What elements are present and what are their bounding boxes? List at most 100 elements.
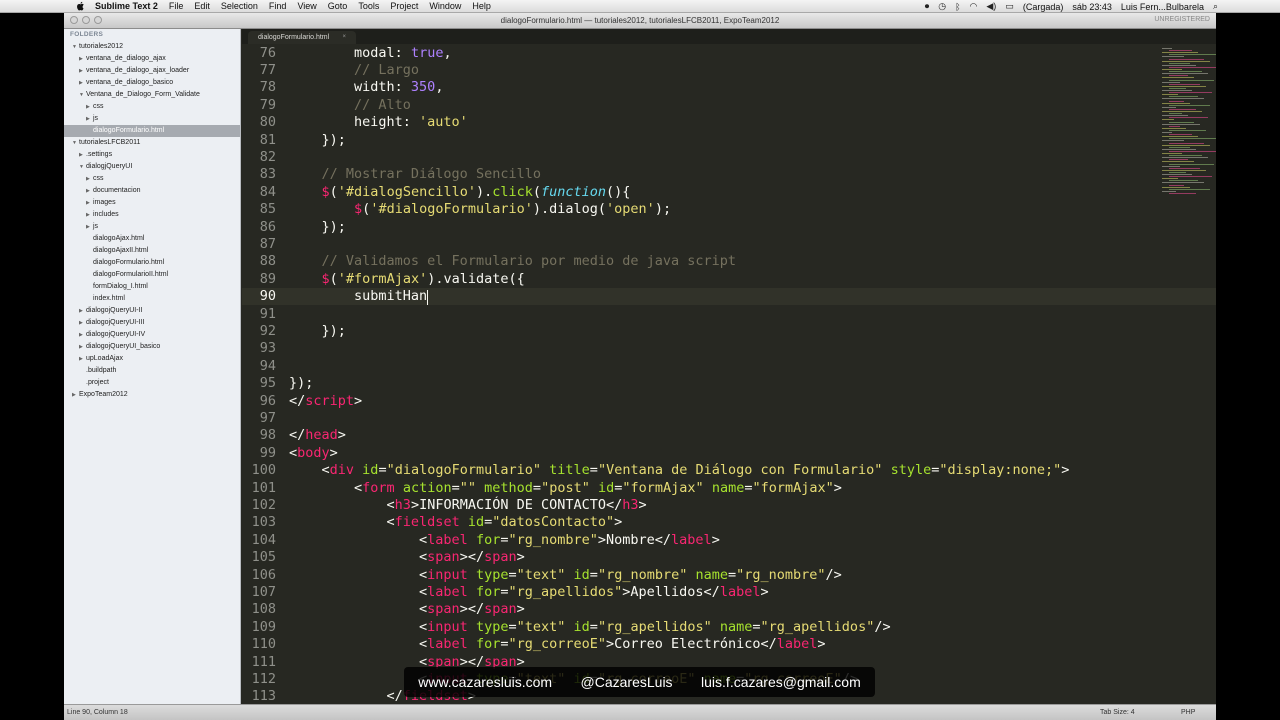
disclosure-closed-icon[interactable]: ▶ <box>72 389 76 401</box>
menu-tools[interactable]: Tools <box>358 1 379 11</box>
code-line[interactable]: <input type="text" id="rg_apellidos" nam… <box>289 619 891 636</box>
code-editor[interactable]: 76 77 78 79 80 81 82 83 84 85 86 87 88 89 90 91 92 93 94 95… <box>242 44 1216 704</box>
code-line[interactable]: width: 350, <box>289 79 443 96</box>
disclosure-closed-icon[interactable]: ▶ <box>79 329 83 341</box>
disclosure-open-icon[interactable]: ▼ <box>79 161 84 173</box>
code-line[interactable]: submitHan <box>289 288 427 305</box>
sidebar-folder[interactable]: ▼ Ventana_de_Dialogo_Form_Validate <box>64 89 240 101</box>
sidebar-folder[interactable]: ▼ tutoriales2012 <box>64 41 240 53</box>
sidebar-file[interactable]: .project <box>64 377 240 389</box>
menu-help[interactable]: Help <box>472 1 491 11</box>
code-line[interactable]: }); <box>289 219 346 236</box>
sidebar-folder[interactable]: ▶ dialogojQueryUI-IV <box>64 329 240 341</box>
volume-icon[interactable]: ◀) <box>986 1 996 12</box>
code-line[interactable]: }); <box>289 375 313 392</box>
sidebar-file[interactable]: dialogoAjaxII.html <box>64 245 240 257</box>
time-machine-icon[interactable]: ◷ <box>938 1 946 12</box>
code-line[interactable]: <span></span> <box>289 601 525 618</box>
disclosure-closed-icon[interactable]: ▶ <box>79 305 83 317</box>
sidebar-folder[interactable]: ▶ dialogojQueryUI-II <box>64 305 240 317</box>
sidebar-folder[interactable]: ▶ css <box>64 101 240 113</box>
code-line[interactable]: // Mostrar Diálogo Sencillo <box>289 166 541 183</box>
sidebar-file[interactable]: .buildpath <box>64 365 240 377</box>
apple-icon[interactable] <box>75 1 87 11</box>
sidebar-folder[interactable]: ▶ .settings <box>64 149 240 161</box>
sidebar-file[interactable]: dialogoFormulario.html <box>64 257 240 269</box>
disclosure-closed-icon[interactable]: ▶ <box>79 65 83 77</box>
code-line[interactable]: // Alto <box>289 97 411 114</box>
disclosure-closed-icon[interactable]: ▶ <box>79 149 83 161</box>
screen-record-icon[interactable]: ⏺ <box>925 1 930 12</box>
sidebar-folder[interactable]: ▶ dialogojQueryUI-III <box>64 317 240 329</box>
sidebar-folder[interactable]: ▶ css <box>64 173 240 185</box>
minimap[interactable] <box>1156 44 1216 204</box>
code-line[interactable]: $('#dialogoFormulario').dialog('open'); <box>289 201 671 218</box>
menu-project[interactable]: Project <box>390 1 418 11</box>
menu-find[interactable]: Find <box>269 1 287 11</box>
code-line[interactable]: <div id="dialogoFormulario" title="Venta… <box>289 462 1070 479</box>
disclosure-closed-icon[interactable]: ▶ <box>86 101 90 113</box>
syntax-selector[interactable]: PHP <box>1181 705 1195 720</box>
wifi-icon[interactable]: ◠ <box>970 1 978 12</box>
tab-size-selector[interactable]: Tab Size: 4 <box>1100 705 1135 720</box>
zoom-window-button[interactable] <box>94 16 102 24</box>
sidebar-folder[interactable]: ▶ dialogojQueryUI_basico <box>64 341 240 353</box>
bluetooth-icon[interactable]: ᛒ <box>955 2 960 12</box>
code-line[interactable]: $('#formAjax').validate({ <box>289 271 525 288</box>
battery-icon[interactable]: ▭ <box>1005 1 1014 12</box>
code-line[interactable]: $('#dialogSencillo').click(function(){ <box>289 184 631 201</box>
code-line[interactable]: <form action="" method="post" id="formAj… <box>289 480 842 497</box>
code-line[interactable]: <label for="rg_nombre">Nombre</label> <box>289 532 720 549</box>
sidebar-folder[interactable]: ▶ includes <box>64 209 240 221</box>
code-line[interactable]: <fieldset id="datosContacto"> <box>289 514 623 531</box>
menu-file[interactable]: File <box>169 1 184 11</box>
code-line[interactable]: height: 'auto' <box>289 114 468 131</box>
sidebar-folder[interactable]: ▶ documentacion <box>64 185 240 197</box>
sidebar-folder[interactable]: ▼ dialogjQueryUI <box>64 161 240 173</box>
sidebar-file[interactable]: dialogoAjax.html <box>64 233 240 245</box>
sidebar-file[interactable]: dialogoFormulario.html <box>64 125 240 137</box>
code-line[interactable]: <label for="rg_correoE">Correo Electróni… <box>289 636 825 653</box>
code-line[interactable]: }); <box>289 323 346 340</box>
sidebar-file[interactable]: index.html <box>64 293 240 305</box>
code-line[interactable]: // Largo <box>289 62 419 79</box>
menu-window[interactable]: Window <box>429 1 461 11</box>
tab-dialogoformulario[interactable]: dialogoFormulario.html × <box>248 31 356 44</box>
disclosure-closed-icon[interactable]: ▶ <box>79 317 83 329</box>
menu-goto[interactable]: Goto <box>328 1 348 11</box>
sidebar-folder[interactable]: ▶ js <box>64 221 240 233</box>
sidebar-folder[interactable]: ▶ ExpoTeam2012 <box>64 389 240 401</box>
code-line[interactable]: <body> <box>289 445 338 462</box>
minimize-window-button[interactable] <box>82 16 90 24</box>
sidebar-folder[interactable]: ▶ ventana_de_dialogo_ajax_loader <box>64 65 240 77</box>
code-line[interactable]: <h3>INFORMACIÓN DE CONTACTO</h3> <box>289 497 647 514</box>
disclosure-closed-icon[interactable]: ▶ <box>86 209 90 221</box>
sidebar-folder[interactable]: ▶ ventana_de_dialogo_ajax <box>64 53 240 65</box>
close-window-button[interactable] <box>70 16 78 24</box>
disclosure-closed-icon[interactable]: ▶ <box>86 173 90 185</box>
disclosure-closed-icon[interactable]: ▶ <box>86 197 90 209</box>
code-line[interactable]: modal: true, <box>289 45 452 62</box>
menu-edit[interactable]: Edit <box>194 1 210 11</box>
disclosure-closed-icon[interactable]: ▶ <box>86 113 90 125</box>
sidebar-file[interactable]: formDialog_I.html <box>64 281 240 293</box>
code-line[interactable]: <input type="text" id="rg_nombre" name="… <box>289 567 842 584</box>
sidebar-folder[interactable]: ▶ images <box>64 197 240 209</box>
menu-view[interactable]: View <box>297 1 316 11</box>
disclosure-open-icon[interactable]: ▼ <box>72 137 77 149</box>
menu-app-name[interactable]: Sublime Text 2 <box>95 1 158 11</box>
tab-close-icon[interactable]: × <box>342 31 346 44</box>
code-line[interactable]: <label for="rg_apellidos">Apellidos</lab… <box>289 584 769 601</box>
code-line[interactable]: }); <box>289 132 346 149</box>
disclosure-closed-icon[interactable]: ▶ <box>79 77 83 89</box>
clock[interactable]: sáb 23:43 <box>1072 2 1112 12</box>
menu-selection[interactable]: Selection <box>221 1 258 11</box>
disclosure-closed-icon[interactable]: ▶ <box>79 353 83 365</box>
disclosure-closed-icon[interactable]: ▶ <box>86 221 90 233</box>
code-line[interactable]: <span></span> <box>289 549 525 566</box>
disclosure-open-icon[interactable]: ▼ <box>72 41 77 53</box>
code-line[interactable]: </head> <box>289 427 346 444</box>
sidebar-folder[interactable]: ▶ js <box>64 113 240 125</box>
disclosure-closed-icon[interactable]: ▶ <box>86 185 90 197</box>
code-line[interactable]: </script> <box>289 393 362 410</box>
